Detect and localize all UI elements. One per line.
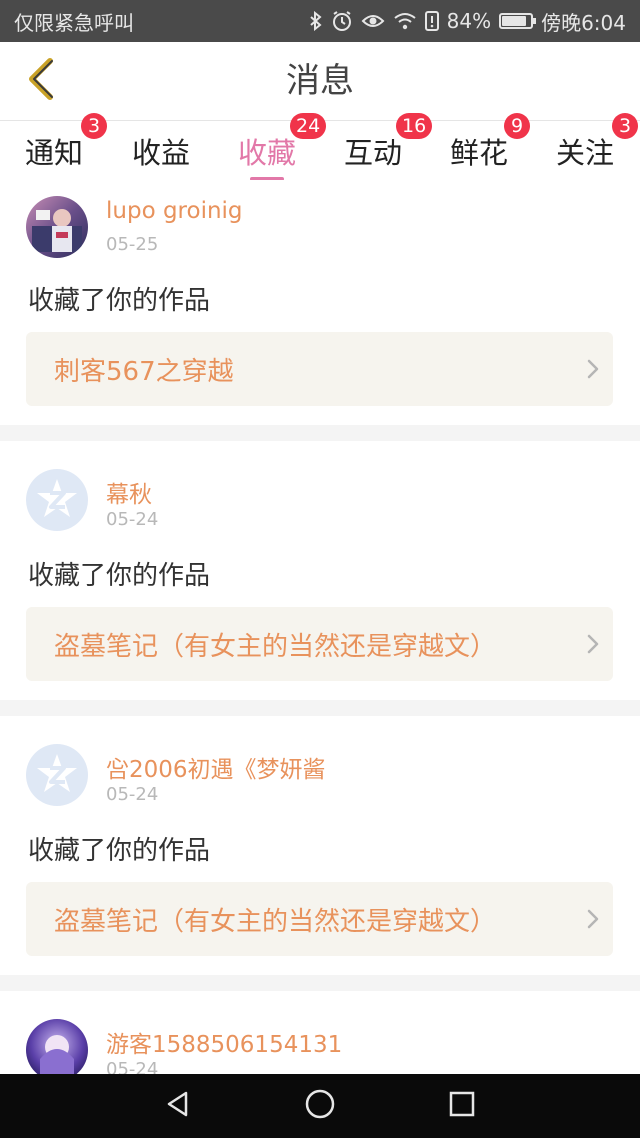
back-button[interactable] — [14, 54, 68, 108]
work-link[interactable]: 盗墓笔记（有女主的当然还是穿越文） — [26, 882, 613, 956]
triangle-back-icon — [163, 1089, 193, 1123]
message-date: 05-25 — [106, 234, 159, 255]
message-card: 游客1588506154131 05-24 — [0, 991, 640, 1074]
system-navigation-bar — [0, 1074, 640, 1138]
tab-interactions[interactable]: 互动 16 — [320, 113, 433, 181]
avatar[interactable] — [26, 744, 88, 806]
status-bar: 仅限紧急呼叫 84% 傍晚6:04 — [0, 0, 640, 42]
recents-nav-button[interactable] — [442, 1086, 482, 1126]
eye-icon — [361, 10, 385, 32]
tab-label: 通知 — [24, 136, 83, 170]
circle-home-icon — [304, 1088, 336, 1124]
action-text: 收藏了你的作品 — [28, 561, 211, 591]
chevron-left-icon — [26, 57, 56, 105]
tab-label: 收藏 — [237, 136, 296, 170]
alarm-icon — [331, 10, 353, 32]
carrier-text: 仅限紧急呼叫 — [14, 10, 134, 35]
tab-flowers[interactable]: 鲜花 9 — [426, 113, 532, 181]
chevron-right-icon — [573, 882, 613, 956]
app-header: 消息 — [0, 42, 640, 120]
back-nav-button[interactable] — [158, 1086, 198, 1126]
username[interactable]: lupo groinig — [106, 198, 243, 224]
username[interactable]: 游客1588506154131 — [106, 1025, 342, 1059]
work-title: 盗墓笔记（有女主的当然还是穿越文） — [54, 906, 497, 937]
page-title: 消息 — [286, 61, 354, 101]
unread-badge: 9 — [504, 113, 530, 139]
tab-earnings[interactable]: 收益 — [108, 121, 214, 181]
work-title: 刺客567之穿越 — [54, 356, 234, 387]
username[interactable]: 吢2006初遇《梦妍酱 — [106, 750, 326, 784]
message-card: 幕秋 05-24 收藏了你的作品 盗墓笔记（有女主的当然还是穿越文） — [0, 441, 640, 700]
username[interactable]: 幕秋 — [106, 475, 152, 509]
message-date: 05-24 — [106, 509, 159, 530]
work-title: 盗墓笔记（有女主的当然还是穿越文） — [54, 631, 497, 662]
chevron-right-icon — [573, 332, 613, 406]
tab-notifications[interactable]: 通知 3 — [0, 113, 108, 181]
unread-badge: 3 — [81, 113, 107, 139]
bluetooth-icon — [309, 10, 323, 32]
avatar[interactable] — [26, 1019, 88, 1074]
action-text: 收藏了你的作品 — [28, 286, 211, 316]
work-link[interactable]: 刺客567之穿越 — [26, 332, 613, 406]
tab-favorites[interactable]: 收藏 24 — [214, 113, 327, 181]
tab-following[interactable]: 关注 3 — [532, 113, 638, 181]
tab-bar: 通知 3 收益 收藏 24 互动 16 鲜花 9 关注 3 — [0, 113, 640, 181]
avatar[interactable] — [26, 469, 88, 531]
sim-alert-icon — [424, 10, 439, 32]
message-card: 吢2006初遇《梦妍酱 05-24 收藏了你的作品 盗墓笔记（有女主的当然还是穿… — [0, 716, 640, 975]
unread-badge: 3 — [612, 113, 638, 139]
chevron-right-icon — [573, 607, 613, 681]
message-date: 05-24 — [106, 1059, 159, 1074]
wifi-icon — [393, 10, 417, 32]
action-text: 收藏了你的作品 — [28, 836, 211, 866]
home-nav-button[interactable] — [300, 1086, 340, 1126]
tab-label: 鲜花 — [449, 136, 508, 170]
clock: 傍晚6:04 — [541, 10, 626, 35]
work-link[interactable]: 盗墓笔记（有女主的当然还是穿越文） — [26, 607, 613, 681]
message-card: lupo groinig 05-25 收藏了你的作品 刺客567之穿越 — [0, 180, 640, 425]
tab-label: 收益 — [131, 136, 190, 170]
avatar[interactable] — [26, 196, 88, 258]
tab-label: 关注 — [555, 136, 614, 170]
battery-icon — [499, 13, 537, 29]
square-recents-icon — [448, 1090, 476, 1122]
battery-percent: 84% — [446, 9, 492, 33]
message-date: 05-24 — [106, 784, 159, 805]
tab-label: 互动 — [343, 136, 402, 170]
